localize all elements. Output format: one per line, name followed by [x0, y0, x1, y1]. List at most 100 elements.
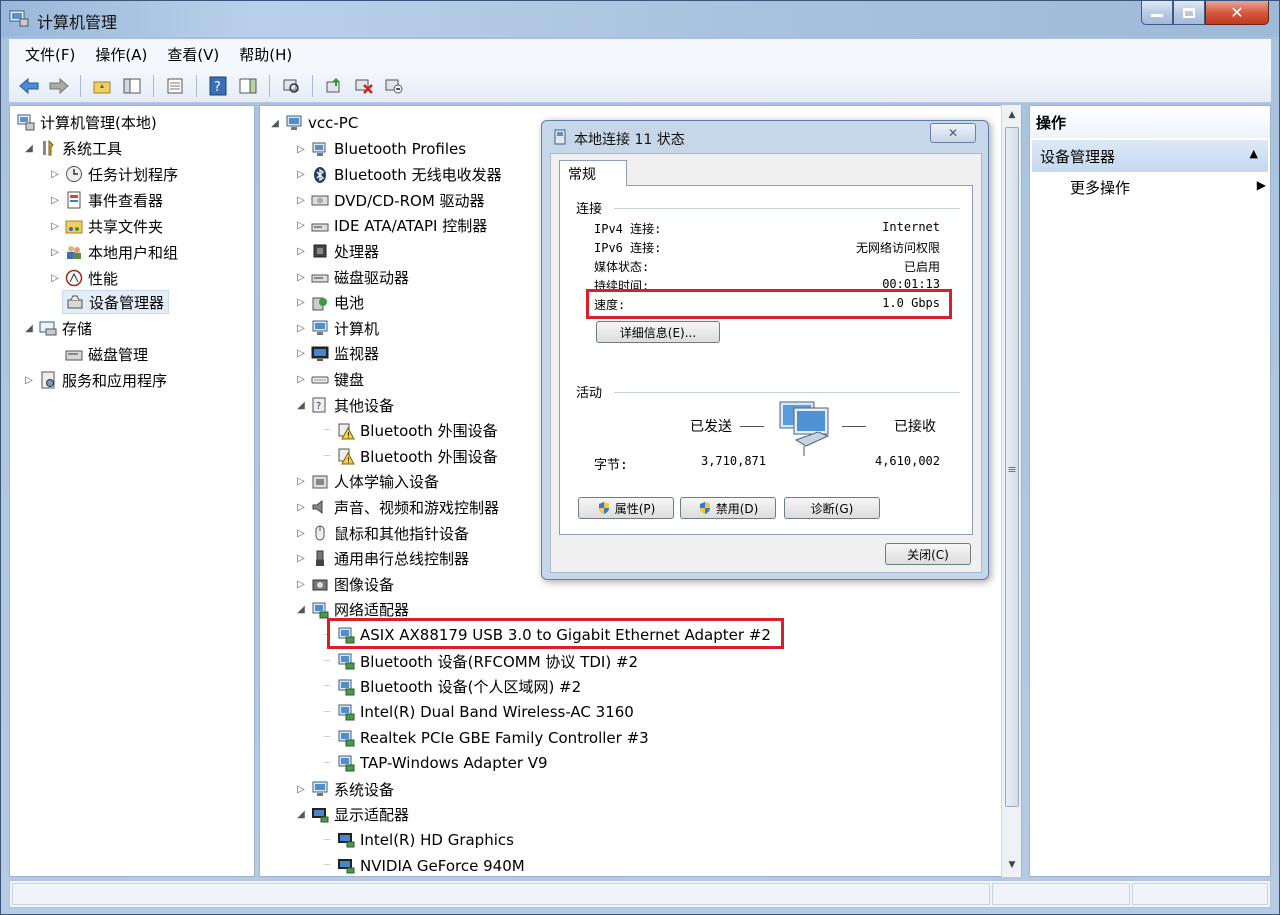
device-row-intel-wireless[interactable]: ┈ Intel(R) Dual Band Wireless-AC 3160: [320, 700, 634, 724]
tree-item-storage[interactable]: ◢ 存储: [22, 316, 92, 340]
collapse-arrow-icon[interactable]: ◢: [294, 809, 308, 820]
device-row-bt-peripheral-2[interactable]: ┈! Bluetooth 外围设备: [320, 444, 498, 468]
collapse-up-icon[interactable]: ▲: [1250, 147, 1258, 160]
device-row-intel-hd[interactable]: ┈ Intel(R) HD Graphics: [320, 828, 514, 852]
expand-arrow-icon[interactable]: ▷: [294, 220, 308, 231]
menu-view[interactable]: 查看(V): [157, 42, 229, 67]
tree-item-local-users[interactable]: ▷ 本地用户和组: [48, 240, 178, 264]
expand-arrow-icon[interactable]: ▷: [294, 246, 308, 257]
menu-help[interactable]: 帮助(H): [229, 42, 302, 67]
device-row-tap-windows[interactable]: ┈ TAP-Windows Adapter V9: [320, 751, 548, 775]
tree-item-event-viewer[interactable]: ▷ 事件查看器: [48, 188, 163, 212]
device-row-other-devices[interactable]: ◢? 其他设备: [294, 393, 394, 417]
close-dialog-button[interactable]: 关闭(C): [885, 543, 971, 565]
scroll-down-arrow-icon[interactable]: ▼: [1002, 855, 1022, 875]
details-button[interactable]: 详细信息(E)...: [596, 321, 720, 343]
device-row-disk-drives[interactable]: ▷ 磁盘驱动器: [294, 265, 409, 289]
device-row-system-devices[interactable]: ▷ 系统设备: [294, 777, 394, 801]
tree-item-device-manager[interactable]: 设备管理器: [62, 290, 170, 314]
expand-arrow-icon[interactable]: ▷: [294, 297, 308, 308]
menu-action[interactable]: 操作(A): [85, 42, 157, 67]
device-row-sound[interactable]: ▷ 声音、视频和游戏控制器: [294, 495, 499, 519]
tree-item-computer-management[interactable]: 计算机管理(本地): [14, 110, 157, 134]
collapse-arrow-icon[interactable]: ◢: [22, 143, 36, 154]
collapse-arrow-icon[interactable]: ◢: [294, 400, 308, 411]
update-driver-icon[interactable]: [322, 74, 346, 98]
help-icon[interactable]: ?: [206, 74, 230, 98]
close-button[interactable]: ✕: [1205, 1, 1269, 25]
expand-arrow-icon[interactable]: ▷: [48, 169, 62, 180]
tree-label: 人体学输入设备: [334, 473, 440, 492]
properties-button[interactable]: 属性(P): [578, 497, 674, 519]
expand-arrow-icon[interactable]: ▷: [294, 144, 308, 155]
device-row-imaging[interactable]: ▷ 图像设备: [294, 572, 394, 596]
device-row-bluetooth-profiles[interactable]: ▷ Bluetooth Profiles: [294, 137, 466, 161]
title-bar[interactable]: 计算机管理 ✕: [1, 1, 1279, 37]
tree-item-services[interactable]: ▷ 服务和应用程序: [22, 368, 167, 392]
expand-arrow-icon[interactable]: ▷: [294, 323, 308, 334]
actions-device-manager[interactable]: 设备管理器 ▲: [1032, 140, 1268, 172]
expand-arrow-icon[interactable]: ▷: [294, 169, 308, 180]
menu-file[interactable]: 文件(F): [15, 42, 85, 67]
expand-arrow-icon[interactable]: ▷: [294, 528, 308, 539]
expand-arrow-icon[interactable]: ▷: [294, 476, 308, 487]
device-row-bt-rfcomm[interactable]: ┈ Bluetooth 设备(RFCOMM 协议 TDI) #2: [320, 649, 638, 673]
properties-icon[interactable]: [163, 74, 187, 98]
forward-arrow-icon[interactable]: [47, 74, 71, 98]
device-row-battery[interactable]: ▷ 电池: [294, 291, 364, 315]
device-row-realtek[interactable]: ┈ Realtek PCIe GBE Family Controller #3: [320, 726, 649, 750]
disable-icon[interactable]: [382, 74, 406, 98]
dialog-close-button[interactable]: ✕: [930, 123, 976, 143]
vertical-scrollbar[interactable]: ▲ ≡ ▼: [1001, 105, 1021, 877]
folder-up-icon[interactable]: [90, 74, 114, 98]
minimize-button[interactable]: [1141, 1, 1173, 25]
device-row-processor[interactable]: ▷ 处理器: [294, 239, 379, 263]
tree-item-system-tools[interactable]: ◢ 系统工具: [22, 136, 122, 160]
device-row-keyboard[interactable]: ▷ 键盘: [294, 367, 364, 391]
expand-arrow-icon[interactable]: ▷: [48, 273, 62, 284]
device-row-bluetooth-radio[interactable]: ▷ Bluetooth 无线电收发器: [294, 163, 501, 187]
device-tree-root[interactable]: ◢ vcc-PC: [268, 111, 358, 135]
device-row-bt-pan[interactable]: ┈ Bluetooth 设备(个人区域网) #2: [320, 675, 581, 699]
device-row-bt-peripheral-1[interactable]: ┈! Bluetooth 外围设备: [320, 419, 498, 443]
uninstall-icon[interactable]: [352, 74, 376, 98]
scroll-up-arrow-icon[interactable]: ▲: [1002, 105, 1022, 125]
collapse-arrow-icon[interactable]: ◢: [22, 323, 36, 334]
tree-item-shared-folders[interactable]: ▷ 共享文件夹: [48, 214, 163, 238]
expand-arrow-icon[interactable]: ▷: [294, 272, 308, 283]
tree-item-disk-management[interactable]: 磁盘管理: [62, 342, 148, 366]
collapse-arrow-icon[interactable]: ◢: [268, 118, 282, 129]
diagnose-button[interactable]: 诊断(G): [784, 497, 880, 519]
collapse-arrow-icon[interactable]: ◢: [294, 604, 308, 615]
disable-button[interactable]: 禁用(D): [680, 497, 776, 519]
device-row-mouse[interactable]: ▷ 鼠标和其他指针设备: [294, 521, 469, 545]
maximize-button[interactable]: [1173, 1, 1205, 25]
device-row-nvidia[interactable]: ┈ NVIDIA GeForce 940M: [320, 854, 525, 876]
device-row-monitor[interactable]: ▷ 监视器: [294, 342, 379, 366]
expand-arrow-icon[interactable]: ▷: [294, 579, 308, 590]
expand-arrow-icon[interactable]: ▷: [22, 375, 36, 386]
device-row-hid[interactable]: ▷ 人体学输入设备: [294, 470, 439, 494]
back-arrow-icon[interactable]: [17, 74, 41, 98]
expand-arrow-icon[interactable]: ▷: [294, 784, 308, 795]
tree-item-task-scheduler[interactable]: ▷ 任务计划程序: [48, 162, 178, 186]
expand-arrow-icon[interactable]: ▷: [294, 195, 308, 206]
expand-arrow-icon[interactable]: ▷: [294, 348, 308, 359]
expand-arrow-icon[interactable]: ▷: [294, 502, 308, 513]
tree-item-performance[interactable]: ▷ 性能: [48, 266, 118, 290]
expand-arrow-icon[interactable]: ▷: [294, 374, 308, 385]
device-row-computer[interactable]: ▷ 计算机: [294, 316, 379, 340]
device-row-usb[interactable]: ▷ 通用串行总线控制器: [294, 547, 469, 571]
expand-arrow-icon[interactable]: ▷: [48, 221, 62, 232]
device-row-display-adapters[interactable]: ◢ 显示适配器: [294, 803, 409, 827]
more-actions-item[interactable]: 更多操作 ▶: [1070, 174, 1266, 200]
tab-general[interactable]: 常规: [559, 160, 627, 186]
expand-arrow-icon[interactable]: ▷: [294, 553, 308, 564]
device-row-dvd[interactable]: ▷ DVD/CD-ROM 驱动器: [294, 188, 484, 212]
action-pane-icon[interactable]: [236, 74, 260, 98]
show-hide-tree-icon[interactable]: [120, 74, 144, 98]
scan-hardware-icon[interactable]: [279, 74, 303, 98]
expand-arrow-icon[interactable]: ▷: [48, 247, 62, 258]
device-row-ide[interactable]: ▷ IDE ATA/ATAPI 控制器: [294, 214, 487, 238]
expand-arrow-icon[interactable]: ▷: [48, 195, 62, 206]
